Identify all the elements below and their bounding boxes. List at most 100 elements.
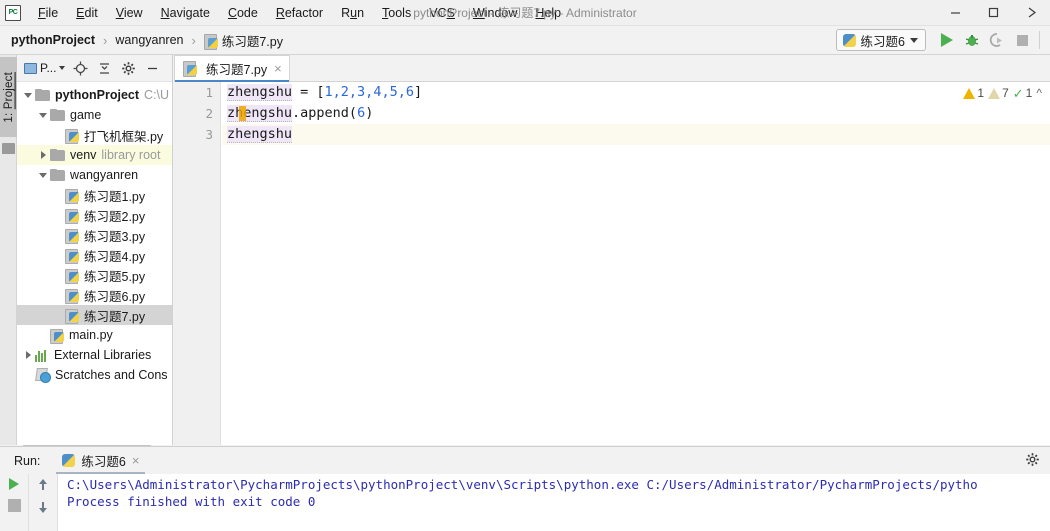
tree-row[interactable]: pythonProject C:\U xyxy=(17,85,172,105)
tree-row[interactable]: 练习题2.py xyxy=(17,205,172,225)
menu-item-edit[interactable]: Edit xyxy=(67,3,107,23)
menu-item-view[interactable]: View xyxy=(107,3,152,23)
run-tab-lianxiti6[interactable]: 练习题6 × xyxy=(56,448,146,474)
menu-item-tools[interactable]: Tools xyxy=(373,3,420,23)
menu-item-window[interactable]: Window xyxy=(464,3,526,23)
tree-row[interactable]: Scratches and Cons xyxy=(17,365,172,385)
tree-row[interactable]: 练习题4.py xyxy=(17,245,172,265)
tree-row-label: Scratches and Cons xyxy=(55,368,168,382)
menu-mnemonic: F xyxy=(38,5,46,20)
tree-row[interactable]: main.py xyxy=(17,325,172,345)
stop-button[interactable] xyxy=(1010,28,1034,52)
tree-row-label: 打飞机框架.py xyxy=(84,129,164,144)
menu-item-run[interactable]: Run xyxy=(332,3,373,23)
close-icon[interactable]: × xyxy=(132,453,140,468)
tree-row[interactable]: 练习题7.py xyxy=(17,305,172,325)
close-icon[interactable] xyxy=(1012,0,1050,26)
run-panel-left-toolbar xyxy=(0,474,29,531)
menu-item-refactor[interactable]: Refactor xyxy=(267,3,332,23)
scratches-icon xyxy=(35,368,51,383)
breadcrumb-file[interactable]: 练习题7.py xyxy=(201,30,286,51)
project-view-selector[interactable]: P... xyxy=(22,61,67,75)
hide-panel-button[interactable] xyxy=(141,57,163,79)
debug-button[interactable] xyxy=(960,28,984,52)
code-line-2[interactable]: zhengshu.append(6) xyxy=(227,103,373,124)
run-panel-header: Run: 练习题6 × xyxy=(0,447,1050,474)
run-configuration-selector[interactable]: 练习题6 xyxy=(835,29,926,51)
tab-name: Project xyxy=(2,71,15,109)
window-controls xyxy=(936,0,1050,26)
pycharm-logo-icon: PC xyxy=(5,4,21,21)
chevron-down-icon[interactable] xyxy=(21,85,35,105)
menu-item-vcs[interactable]: VCS xyxy=(420,3,464,23)
python-file-icon xyxy=(65,288,79,304)
breadcrumb-project[interactable]: pythonProject xyxy=(8,32,98,48)
minimize-icon[interactable] xyxy=(936,0,974,26)
tree-row[interactable]: External Libraries xyxy=(17,345,172,365)
menu-item-file[interactable]: File xyxy=(29,3,67,23)
tree-row[interactable]: 练习题3.py xyxy=(17,225,172,245)
identifier-zhengshu: zhengshu xyxy=(227,84,293,101)
menu-item-help[interactable]: Help xyxy=(526,3,570,23)
code-editor[interactable]: 1 2 3 zhengshu = [1,2,3,4,5,6] zhengshu.… xyxy=(174,82,1050,445)
title-bar: PC File Edit View Navigate Code Refactor… xyxy=(0,0,1050,26)
chevron-down-icon[interactable] xyxy=(36,105,50,125)
inspection-widget[interactable]: 1 7 ✓ 1 ^ xyxy=(963,86,1042,100)
run-button[interactable] xyxy=(935,28,959,52)
project-tool-tab-label: 1: Project xyxy=(2,71,15,123)
python-file-icon xyxy=(203,33,218,50)
main-menu: File Edit View Navigate Code Refactor Ru… xyxy=(29,3,570,23)
tree-row[interactable]: game xyxy=(17,105,172,125)
tree-row[interactable]: wangyanren xyxy=(17,165,172,185)
code-line-1[interactable]: zhengshu = [1,2,3,4,5,6] xyxy=(227,82,422,103)
warning-count[interactable]: 1 xyxy=(963,86,984,100)
collapse-all-button[interactable] xyxy=(93,57,115,79)
run-with-coverage-button[interactable] xyxy=(985,28,1009,52)
menu-item-navigate[interactable]: Navigate xyxy=(152,3,219,23)
menu-mnemonic: E xyxy=(76,5,85,20)
project-tree[interactable]: pythonProject C:\U game 打飞机框架.py venv library… xyxy=(17,82,172,445)
run-settings-button[interactable] xyxy=(1025,452,1040,470)
breadcrumb-folder[interactable]: wangyanren xyxy=(112,32,186,48)
python-file-icon xyxy=(65,228,79,244)
chevron-up-icon[interactable]: ^ xyxy=(1036,86,1042,100)
tree-row[interactable]: 练习题6.py xyxy=(17,285,172,305)
identifier-zhengshu: zhengshu xyxy=(227,105,293,122)
weak-warning-count[interactable]: 7 xyxy=(988,86,1009,100)
tree-row-sublabel: C:\U xyxy=(144,88,170,102)
chevron-down-icon[interactable] xyxy=(36,165,50,185)
python-file-icon xyxy=(65,248,79,264)
chevron-right-icon[interactable] xyxy=(21,345,35,365)
tree-row[interactable]: venv library root xyxy=(17,145,172,165)
maximize-icon[interactable] xyxy=(974,0,1012,26)
stop-icon[interactable] xyxy=(7,499,21,512)
locate-file-button[interactable] xyxy=(69,57,91,79)
scroll-down-icon[interactable] xyxy=(38,500,49,513)
tree-row-label: pythonProject xyxy=(55,88,140,102)
run-toolbar: 练习题6 xyxy=(835,28,1050,52)
structure-icon[interactable] xyxy=(2,143,15,154)
console-line: Process finished with exit code 0 xyxy=(67,494,316,509)
tree-row[interactable]: 练习题1.py xyxy=(17,185,172,205)
tree-row[interactable]: 练习题5.py xyxy=(17,265,172,285)
ok-count[interactable]: ✓ 1 xyxy=(1013,86,1033,100)
python-file-icon xyxy=(65,208,79,224)
tree-row[interactable]: 打飞机框架.py xyxy=(17,125,172,145)
settings-button[interactable] xyxy=(117,57,139,79)
tab-lianxiti7[interactable]: 练习题7.py × xyxy=(174,55,290,82)
code-numbers: 6 xyxy=(357,105,366,121)
code-line-3[interactable]: zhengshu xyxy=(227,124,293,145)
menu-item-code[interactable]: Code xyxy=(219,3,267,23)
chevron-right-icon[interactable] xyxy=(36,145,50,165)
close-icon[interactable]: × xyxy=(272,62,282,75)
caret-row-highlight xyxy=(222,124,1050,145)
sidebar-item-project[interactable]: 1: Project xyxy=(0,57,17,137)
rerun-icon[interactable] xyxy=(9,478,19,490)
console-output[interactable]: C:\Users\Administrator\PycharmProjects\p… xyxy=(58,474,1050,531)
menu-pre: R xyxy=(341,5,351,20)
scroll-up-icon[interactable] xyxy=(38,478,49,491)
